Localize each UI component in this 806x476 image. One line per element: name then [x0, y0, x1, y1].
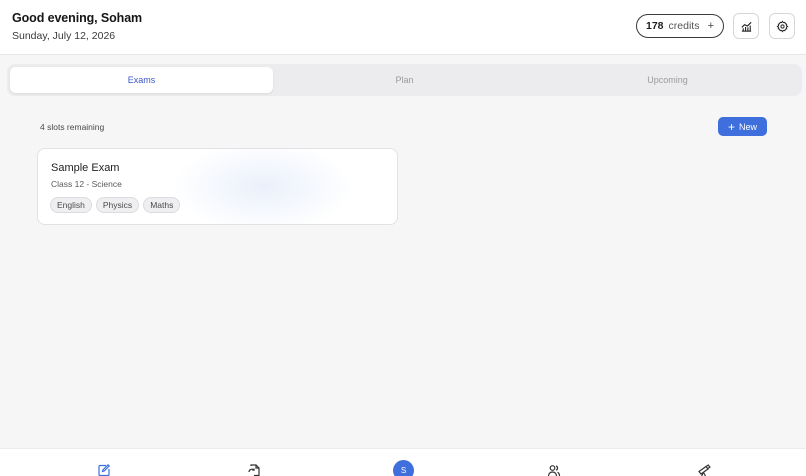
top-header: Good evening, Soham Sunday, July 12, 202… — [0, 0, 806, 55]
analytics-button[interactable] — [733, 13, 759, 39]
add-credits-icon[interactable]: + — [708, 20, 714, 32]
tab-plan[interactable]: Plan — [273, 67, 536, 93]
subject-tag: Physics — [95, 197, 140, 213]
greeting-text: Good evening, Soham — [12, 11, 143, 25]
exam-title: Sample Exam — [51, 162, 120, 174]
new-exam-button[interactable]: + New — [718, 117, 767, 136]
avatar-initial: S — [400, 466, 407, 475]
avatar[interactable]: S — [393, 460, 414, 476]
new-button-label: New — [739, 121, 758, 132]
telescope-icon[interactable] — [697, 463, 711, 476]
credits-label: credits — [668, 20, 700, 32]
file-refresh-icon[interactable] — [247, 463, 261, 476]
slots-remaining: 4 slots remaining — [40, 122, 105, 132]
tab-exams[interactable]: Exams — [10, 67, 273, 93]
exam-subtitle: Class 12 - Science — [51, 179, 122, 189]
exam-card[interactable]: Sample Exam Class 12 - Science English P… — [37, 148, 398, 225]
subject-tag: Maths — [143, 197, 181, 213]
date-text: Sunday, July 12, 2026 — [12, 30, 116, 42]
edit-icon[interactable] — [97, 463, 111, 476]
plus-icon: + — [727, 119, 735, 134]
users-icon[interactable] — [547, 463, 561, 476]
credits-button[interactable]: 178 credits + — [636, 14, 724, 38]
gear-icon — [776, 20, 788, 32]
tab-upcoming[interactable]: Upcoming — [536, 67, 799, 93]
chart-trend-icon — [740, 21, 752, 32]
subject-tag: English — [50, 197, 92, 213]
subject-tags: English Physics Maths — [50, 197, 181, 213]
settings-button[interactable] — [769, 13, 795, 39]
tab-bar: Exams Plan Upcoming — [7, 64, 802, 96]
credits-count: 178 — [646, 20, 664, 32]
